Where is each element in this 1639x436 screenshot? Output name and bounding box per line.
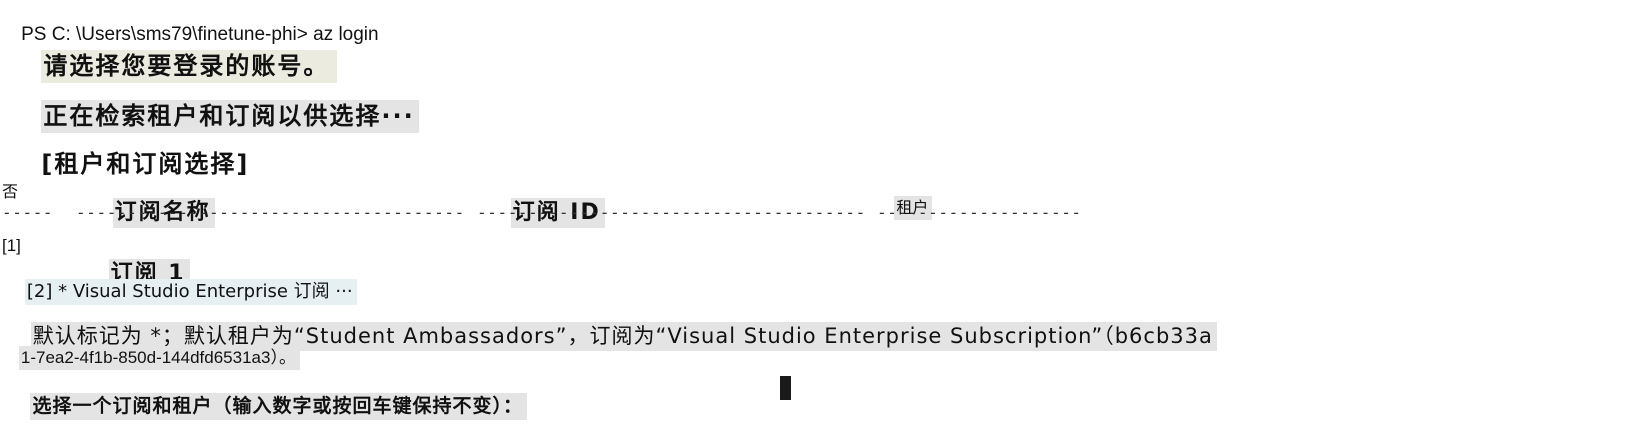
default-note-line-2: 1-7ea2-4f1b-850d-144dfd6531a3）。 [0, 332, 300, 383]
input-prompt-text: 选择一个订阅和租户（输入数字或按回车键保持不变）： [30, 393, 527, 420]
text-cursor[interactable] [780, 376, 791, 400]
default-note-line-2-text: 1-7ea2-4f1b-850d-144dfd6531a3）。 [18, 346, 300, 370]
header-no: 否 [2, 182, 19, 201]
section-title-text: [租户和订阅选择] [41, 150, 250, 178]
dash-subscription-name: -------------------------------------- [76, 203, 465, 222]
terminal-window[interactable]: PS C: \Users\sms79\finetune-phi> az logi… [0, 0, 1639, 421]
select-account-text: 请选择您要登录的账号。 [41, 50, 338, 83]
input-prompt: 选择一个订阅和租户（输入数字或按回车键保持不变）： [0, 378, 527, 435]
dash-tenant: -------------------- [877, 203, 1082, 222]
table-row-1-index: [1] [2, 236, 21, 255]
table-row-2-text: [2] * Visual Studio Enterprise 订阅 ··· [24, 279, 357, 305]
dash-no: ----- [2, 203, 54, 222]
dash-subscription-id: -------------------------------------- [477, 203, 866, 222]
